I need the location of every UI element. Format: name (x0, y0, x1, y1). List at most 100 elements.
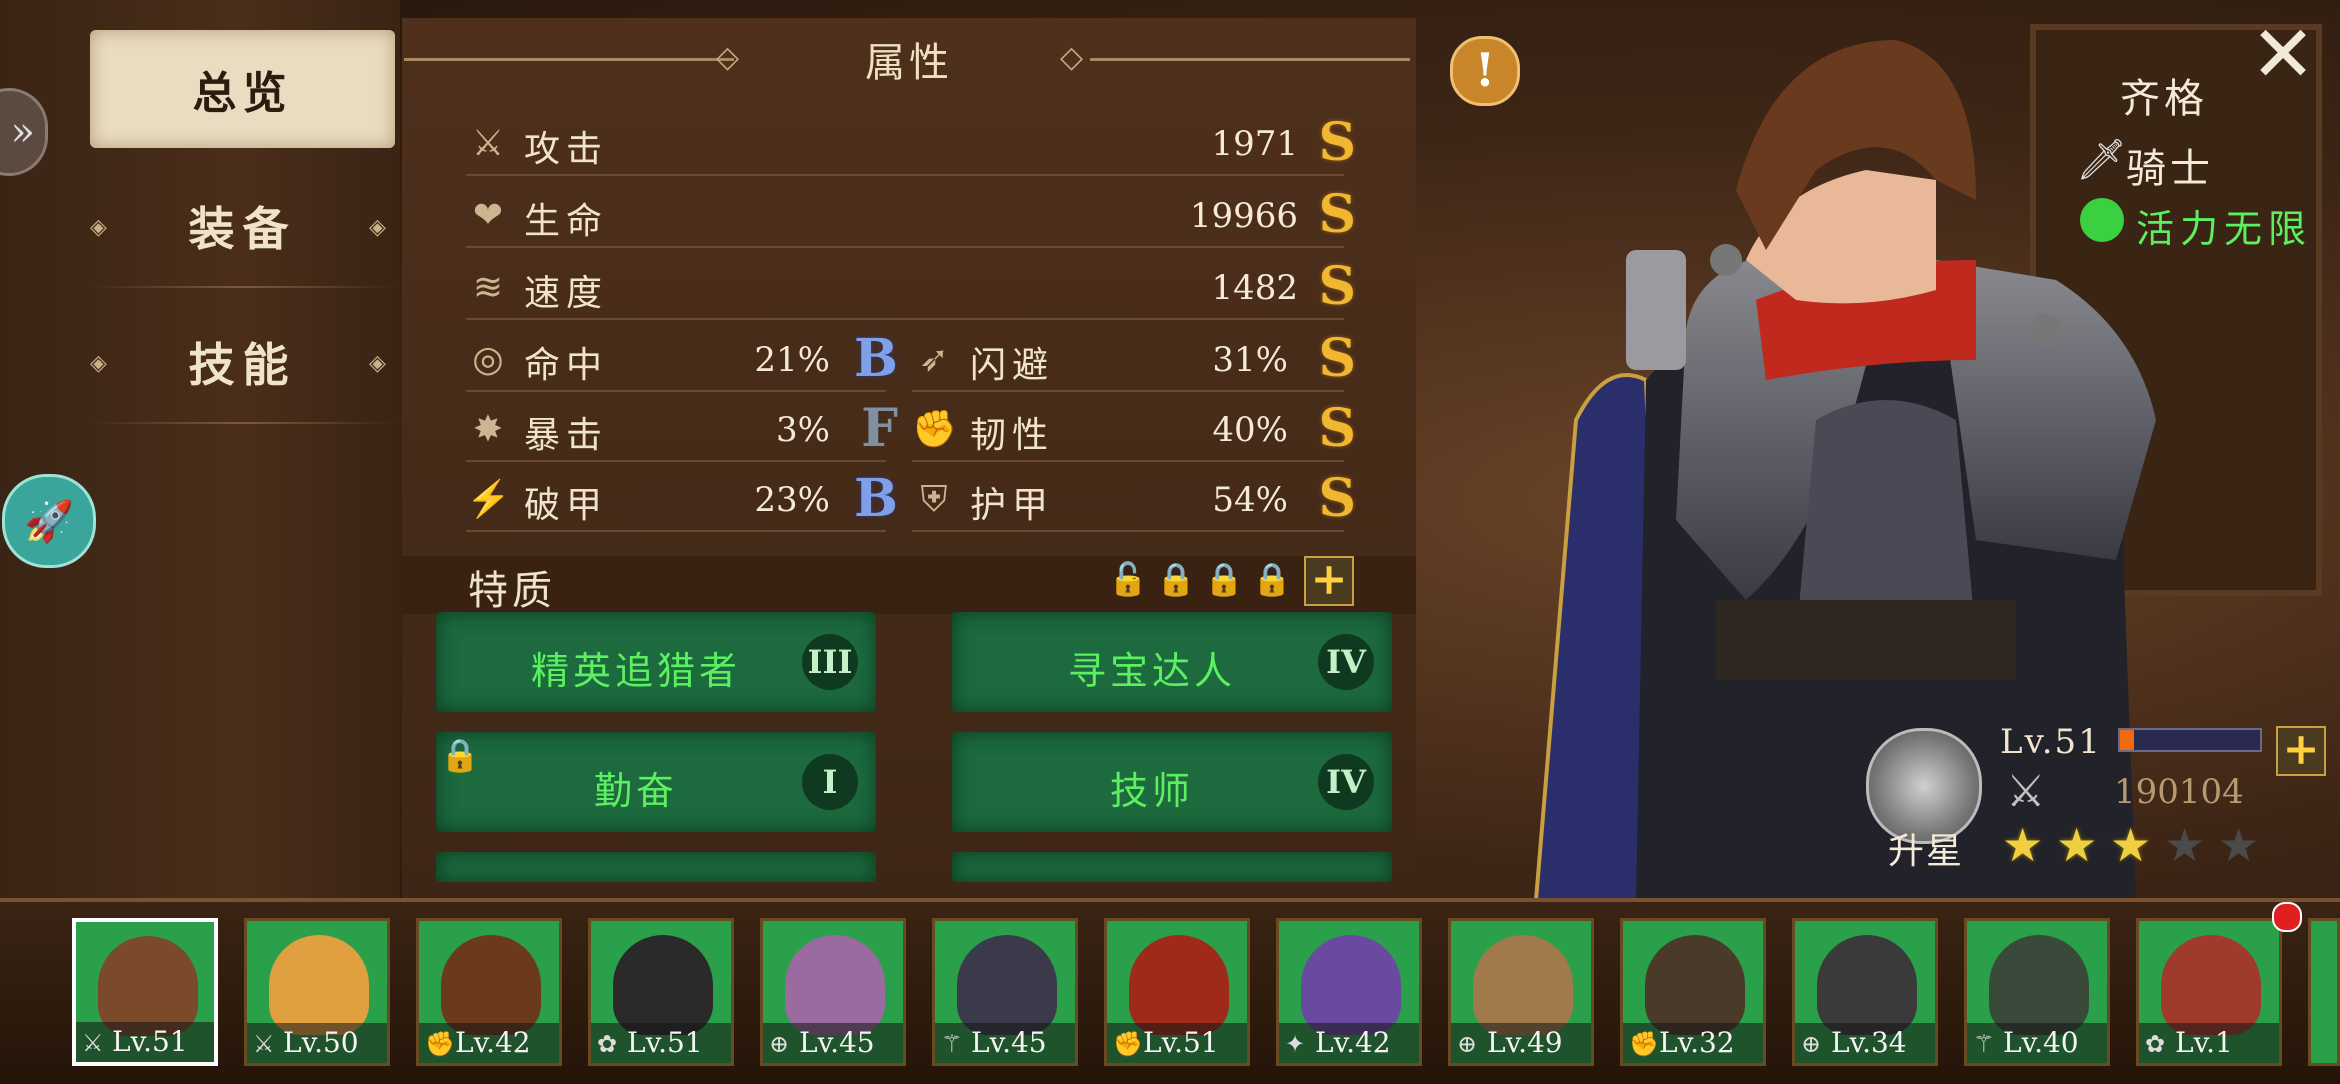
hero-vigor: 活力无限 (2136, 207, 2313, 251)
lock-icon: 🔒 (440, 736, 480, 774)
lock-icon: 🔒 (1156, 560, 1196, 598)
crit-icon: ✸ (472, 409, 504, 450)
tab-overview[interactable]: 总览 (90, 30, 395, 148)
level-text: Lv.32 (1659, 1026, 1735, 1059)
star-icon: ★ (2056, 818, 2098, 872)
stat-row: ◎ 命中 21% B (466, 328, 898, 392)
traits-title: 特质 (468, 568, 556, 614)
level-text: Lv.1 (2175, 1026, 2233, 1059)
level-text: Lv.42 (455, 1026, 531, 1059)
level-text: Lv.50 (283, 1026, 359, 1059)
fist-icon: ✊ (1629, 1030, 1659, 1058)
stat-row: ≋ 速度 1482 S (466, 256, 1356, 320)
hero-card[interactable]: ⚚ Lv.40 (1964, 918, 2110, 1066)
hero-card-level: ⚔ Lv.50 (247, 1023, 387, 1063)
stat-label: 速度 (524, 273, 609, 314)
dodge-icon: ➶ (918, 339, 950, 380)
hero-card[interactable]: ✿ Lv.1 (2136, 918, 2282, 1066)
hero-card-level: ⊕ Lv.34 (1795, 1023, 1935, 1063)
title-line (1090, 58, 1410, 61)
level-text: Lv.51 (112, 1025, 188, 1058)
stat-row: ➶ 闪避 31% S (912, 328, 1356, 392)
close-button[interactable]: ✕ (2248, 16, 2318, 94)
notification-dot (2272, 902, 2302, 932)
hero-avatar (441, 935, 541, 1035)
hero-avatar (98, 936, 198, 1036)
hero-card[interactable]: ✊Lv.51 (1104, 918, 1250, 1066)
trait-level: I (802, 754, 858, 810)
hero-card-level: ✊Lv.51 (1107, 1023, 1247, 1063)
stat-value: 1971 (1211, 124, 1298, 164)
smiley-icon (2080, 198, 2124, 242)
level-text: Lv.45 (799, 1026, 875, 1059)
hero-avatar (1989, 935, 2089, 1035)
trait-name: 勤奋 (593, 769, 678, 813)
crosshair-icon: ⊕ (769, 1030, 790, 1058)
stat-grade: S (1318, 328, 1356, 389)
tab-equipment[interactable]: ◈ 装备 ◈ (90, 176, 395, 276)
rocket-button[interactable]: 🚀 (2, 474, 96, 568)
sword-icon: ⚔ (253, 1030, 275, 1058)
sword-icon: ⚔ (471, 123, 505, 164)
level-up-button[interactable]: + (2276, 726, 2326, 776)
trait-card-partial (952, 852, 1392, 882)
stat-value: 1482 (1211, 268, 1298, 308)
lock-icon: 🔒 (1252, 560, 1292, 598)
hero-avatar (613, 935, 713, 1035)
hero-card[interactable]: ⚚ Lv.45 (932, 918, 1078, 1066)
level-text: Lv.51 (1143, 1026, 1219, 1059)
stat-row: ❤ 生命 19966 S (466, 184, 1356, 248)
hero-card[interactable]: ✊Lv.42 (416, 918, 562, 1066)
trait-card[interactable]: 勤奋 I (436, 732, 876, 832)
hero-avatar (1129, 935, 1229, 1035)
hero-avatar (2161, 935, 2261, 1035)
crossed-swords-icon: ⚔ (2006, 766, 2046, 817)
staff-icon: ⚚ (941, 1030, 963, 1058)
stat-row: ✊ 韧性 40% S (912, 398, 1356, 462)
hero-level: Lv.51 (2000, 722, 2102, 762)
hero-avatar (957, 935, 1057, 1035)
trait-card[interactable]: 精英追猎者 III (436, 612, 876, 712)
stat-value: 21% (754, 340, 830, 380)
hero-card[interactable]: ✦ Lv.42 (1276, 918, 1422, 1066)
exp-fill (2120, 730, 2134, 750)
hero-avatar (1473, 935, 1573, 1035)
fist-icon: ✊ (425, 1030, 455, 1058)
hero-card[interactable]: ⊕ Lv.34 (1792, 918, 1938, 1066)
heart-icon: ❤ (472, 195, 504, 236)
ornament-icon: ◇ (1060, 40, 1084, 75)
rocket-icon: 🚀 (24, 498, 74, 545)
hero-card-partial[interactable] (2308, 918, 2340, 1066)
target-icon: ◎ (472, 339, 504, 380)
tab-skills[interactable]: ◈ 技能 ◈ (90, 312, 395, 412)
hero-card[interactable]: ⊕ Lv.49 (1448, 918, 1594, 1066)
pierce-icon: ⚡ (466, 479, 511, 520)
stat-grade: S (1318, 398, 1356, 459)
hero-power: 190104 (2114, 772, 2244, 812)
lotus-icon: ✿ (597, 1030, 618, 1058)
star-up-label: 升星 (1888, 831, 1965, 872)
hero-card[interactable]: ✿ Lv.51 (588, 918, 734, 1066)
fist-icon: ✊ (1113, 1030, 1143, 1058)
stat-row: ✸ 暴击 3% F (466, 398, 898, 462)
crosshair-icon: ⊕ (1457, 1030, 1478, 1058)
hero-avatar (785, 935, 885, 1035)
hero-card[interactable]: ✊Lv.32 (1620, 918, 1766, 1066)
trait-level: IV (1318, 754, 1374, 810)
hero-card[interactable]: ⚔ Lv.50 (244, 918, 390, 1066)
hero-card[interactable]: ⚔ Lv.51 (72, 918, 218, 1066)
trait-card-partial (436, 852, 876, 882)
stat-label: 生命 (524, 201, 609, 242)
divider (90, 422, 395, 424)
hero-card-level: ✊Lv.32 (1623, 1023, 1763, 1063)
trait-card[interactable]: 寻宝达人 IV (952, 612, 1392, 712)
hero-card-level: ✿ Lv.51 (591, 1023, 731, 1063)
hero-avatar (1301, 935, 1401, 1035)
add-trait-button[interactable]: + (1304, 556, 1354, 606)
trait-level: III (802, 634, 858, 690)
ornament-icon: ◈ (90, 214, 115, 240)
hero-card[interactable]: ⊕ Lv.45 (760, 918, 906, 1066)
trait-card[interactable]: 技师 IV (952, 732, 1392, 832)
hero-name: 齐格 (2120, 76, 2208, 122)
sword-icon: 🗡 (2076, 137, 2127, 183)
